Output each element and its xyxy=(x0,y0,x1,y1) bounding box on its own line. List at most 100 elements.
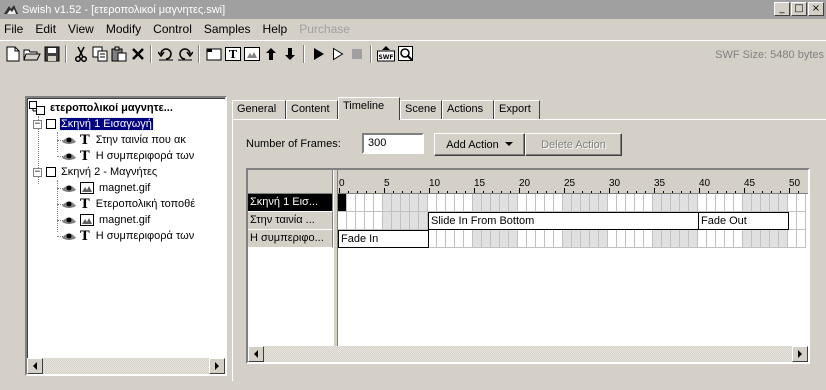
frame-cell[interactable] xyxy=(428,194,437,212)
timeline-row[interactable] xyxy=(338,194,808,212)
stop-button[interactable] xyxy=(347,44,367,64)
tree-item-text[interactable]: T Στην ταινία που ακ xyxy=(61,132,187,148)
tree-item-image[interactable]: magnet.gif xyxy=(61,212,151,228)
frame-cell[interactable] xyxy=(365,212,374,230)
frame-cell[interactable] xyxy=(644,230,653,248)
frame-cell[interactable] xyxy=(455,194,464,212)
timeline[interactable]: Σκηνή 1 Εισ... Στην ταινία ... Η συμπερι… xyxy=(246,168,810,364)
frame-cell[interactable] xyxy=(554,194,563,212)
tree-item-movie[interactable]: ετεροπολικοί μαγνητε... xyxy=(29,100,174,116)
redo-button[interactable] xyxy=(175,44,195,64)
tree-item-text[interactable]: T Η συμπεριφορά των xyxy=(61,228,195,244)
frame-cell[interactable] xyxy=(689,194,698,212)
frame-cell[interactable] xyxy=(743,194,752,212)
frame-cell[interactable] xyxy=(581,230,590,248)
menu-modify[interactable]: Modify xyxy=(100,22,147,36)
frame-cell[interactable] xyxy=(689,230,698,248)
menu-control[interactable]: Control xyxy=(147,22,198,36)
frame-cell[interactable] xyxy=(419,194,428,212)
timeline-effect[interactable]: Slide In From Bottom xyxy=(428,212,699,230)
frame-cell[interactable] xyxy=(770,230,779,248)
undo-button[interactable] xyxy=(156,44,176,64)
menu-edit[interactable]: Edit xyxy=(29,22,62,36)
timeline-frame-grid[interactable]: 0 5 10 15 20 25 30 35 40 45 50 Slide In From Botto… xyxy=(338,170,808,346)
frame-cell[interactable] xyxy=(635,194,644,212)
new-button[interactable] xyxy=(3,44,23,64)
frame-cell[interactable] xyxy=(347,212,356,230)
frame-cell[interactable] xyxy=(383,212,392,230)
tree-item-scene-2[interactable]: − Σκηνή 2 - Μαγνήτες xyxy=(33,164,158,180)
frame-cell[interactable] xyxy=(455,230,464,248)
frame-cell[interactable] xyxy=(491,194,500,212)
tree-item-text[interactable]: T Ετεροπολική τοποθέ xyxy=(61,196,196,212)
frame-cell[interactable] xyxy=(563,194,572,212)
move-down-button[interactable] xyxy=(280,44,300,64)
frame-cell[interactable] xyxy=(599,230,608,248)
frame-cell[interactable] xyxy=(626,194,635,212)
frame-cell[interactable] xyxy=(473,194,482,212)
export-swf-button[interactable]: SWF xyxy=(376,44,396,64)
frame-cell[interactable] xyxy=(554,230,563,248)
frame-cell[interactable] xyxy=(338,212,347,230)
frame-cell[interactable] xyxy=(392,194,401,212)
frame-cell[interactable] xyxy=(797,230,806,248)
frame-cell[interactable] xyxy=(482,230,491,248)
tree-item-text[interactable]: T Η συμπεριφορά των xyxy=(61,148,195,164)
frame-cell[interactable] xyxy=(383,194,392,212)
cut-button[interactable] xyxy=(71,44,91,64)
timeline-row-label[interactable]: Η συμπεριφο... xyxy=(248,230,333,248)
frame-cell[interactable] xyxy=(734,230,743,248)
frame-cell[interactable] xyxy=(518,230,527,248)
timeline-row-label[interactable]: Στην ταινία ... xyxy=(248,212,333,230)
frame-cell[interactable] xyxy=(536,194,545,212)
menu-view[interactable]: View xyxy=(62,22,100,36)
frame-cell[interactable] xyxy=(707,194,716,212)
tab-general[interactable]: General xyxy=(232,100,286,119)
add-action-button[interactable]: Add Action xyxy=(434,133,525,156)
frame-cell[interactable] xyxy=(752,194,761,212)
frame-cell[interactable] xyxy=(761,194,770,212)
frame-cell[interactable] xyxy=(788,230,797,248)
frame-cell[interactable] xyxy=(788,194,797,212)
frame-cell[interactable] xyxy=(590,194,599,212)
insert-text-button[interactable]: T xyxy=(223,44,243,64)
paste-button[interactable] xyxy=(109,44,129,64)
scroll-left-button[interactable] xyxy=(27,358,43,374)
move-up-button[interactable] xyxy=(261,44,281,64)
insert-scene-button[interactable] xyxy=(204,44,224,64)
scroll-left-button[interactable] xyxy=(248,346,264,362)
frame-cell[interactable] xyxy=(797,212,806,230)
minimize-button[interactable]: _ xyxy=(774,2,790,16)
timeline-effect[interactable]: Fade Out xyxy=(698,212,789,230)
frame-cell[interactable] xyxy=(374,194,383,212)
timeline-row-label[interactable]: Σκηνή 1 Εισ... xyxy=(248,194,333,212)
frame-cell[interactable] xyxy=(725,230,734,248)
frame-cell[interactable] xyxy=(662,230,671,248)
frame-cell[interactable] xyxy=(347,194,356,212)
tab-scene[interactable]: Scene xyxy=(400,100,442,119)
frame-cell[interactable] xyxy=(545,230,554,248)
frame-cell[interactable] xyxy=(536,230,545,248)
frame-cell[interactable] xyxy=(644,194,653,212)
close-button[interactable]: × xyxy=(808,2,824,16)
tree-item-image[interactable]: magnet.gif xyxy=(61,180,151,196)
frame-cell[interactable] xyxy=(671,194,680,212)
frame-cell[interactable] xyxy=(788,212,797,230)
frame-cell[interactable] xyxy=(734,194,743,212)
menu-help[interactable]: Help xyxy=(257,22,294,36)
frame-cell[interactable] xyxy=(752,230,761,248)
timeline-row[interactable]: Slide In From Bottom Fade Out xyxy=(338,212,808,230)
frame-cell[interactable] xyxy=(509,230,518,248)
frame-cell[interactable] xyxy=(527,230,536,248)
frame-cell[interactable] xyxy=(437,194,446,212)
frame-cell[interactable] xyxy=(500,230,509,248)
save-button[interactable] xyxy=(42,44,62,64)
tree-item-scene-1[interactable]: − Σκηνή 1 Εισαγωγή xyxy=(33,116,154,132)
frame-cell[interactable] xyxy=(626,230,635,248)
frame-cell[interactable] xyxy=(500,194,509,212)
menu-purchase[interactable]: Purchase xyxy=(293,22,356,36)
frame-cell[interactable] xyxy=(392,212,401,230)
delete-button[interactable] xyxy=(128,44,148,64)
frame-cell[interactable] xyxy=(779,194,788,212)
menu-file[interactable]: File xyxy=(0,22,29,36)
